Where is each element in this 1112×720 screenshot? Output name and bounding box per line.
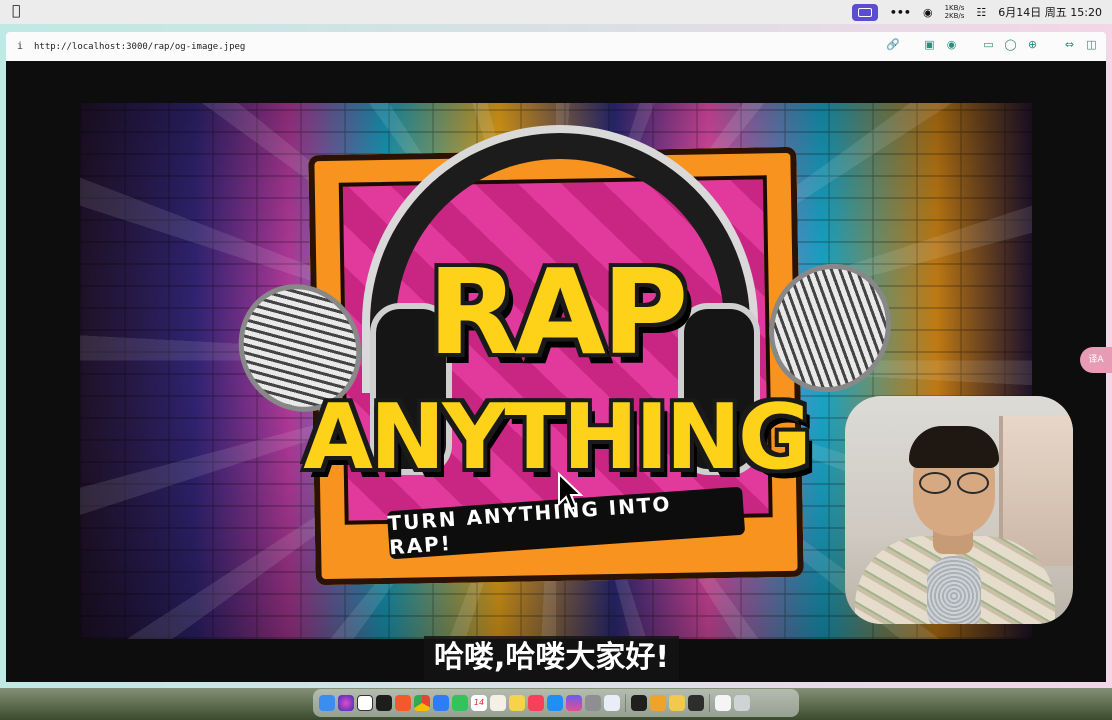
camera-icon[interactable]: ◉ (945, 38, 958, 51)
globe-icon[interactable]: ◯ (1004, 38, 1017, 51)
address-bar[interactable]: i http://localhost:3000/rap/og-image.jpe… (6, 32, 1106, 61)
chatgpt-icon[interactable] (357, 695, 373, 711)
expand-icon[interactable]: ⇔ (1063, 38, 1076, 51)
net-up-speed: 1KB/s (944, 4, 965, 12)
dock: 14 (313, 689, 799, 717)
files-icon[interactable] (669, 695, 685, 711)
dock-separator (625, 694, 626, 712)
siri-icon[interactable] (338, 695, 354, 711)
cat-icon[interactable]: ◉ (923, 6, 933, 19)
reminders-icon[interactable] (490, 695, 506, 711)
poster-title-rap: RAP (427, 243, 689, 381)
terminal-icon[interactable]: ▭ (982, 38, 995, 51)
app-store-icon[interactable] (547, 695, 563, 711)
swift-icon[interactable] (395, 695, 411, 711)
calendar-icon[interactable]: 14 (471, 695, 487, 711)
system-settings-icon[interactable] (585, 695, 601, 711)
photos-icon[interactable] (604, 695, 620, 711)
glasses-icon (919, 472, 989, 494)
terminal-app-icon[interactable] (376, 695, 392, 711)
finder-icon[interactable] (319, 695, 335, 711)
info-icon[interactable]: i (6, 41, 34, 52)
screenshot-icon[interactable]: ▣ (923, 38, 936, 51)
menu-bar:  ••• ◉ 1KB/s 2KB/s ☷ 6月14日 周五 15:20 (0, 0, 1112, 24)
screen-mirror-icon[interactable] (851, 3, 878, 21)
video-subtitle: 哈喽,哈喽大家好! (424, 636, 680, 680)
document-icon[interactable] (715, 695, 731, 711)
translate-bubble[interactable]: 译A (1080, 347, 1112, 373)
more-icon[interactable]: ••• (890, 6, 911, 19)
trash-icon[interactable] (734, 695, 750, 711)
messages-icon[interactable] (452, 695, 468, 711)
notes-icon[interactable] (509, 695, 525, 711)
sublime-icon[interactable] (650, 695, 666, 711)
webcam-overlay (845, 396, 1073, 624)
microphone-foam-icon (927, 556, 981, 624)
toolbar: 🔗 ▣ ◉ ▭ ◯ ⊕ ⇔ ◫ (886, 38, 1098, 51)
music-icon[interactable] (528, 695, 544, 711)
url-text[interactable]: http://localhost:3000/rap/og-image.jpeg (34, 42, 245, 52)
apple-menu-icon[interactable]:  (12, 3, 20, 19)
crosshair-icon[interactable]: ⊕ (1026, 38, 1039, 51)
network-speed: 1KB/s 2KB/s (945, 4, 965, 20)
net-down-speed: 2KB/s (944, 12, 965, 20)
chrome-icon[interactable] (414, 695, 430, 711)
link-icon[interactable]: 🔗 (886, 38, 900, 51)
control-center-icon[interactable]: ☷ (976, 6, 986, 19)
safari-icon[interactable] (433, 695, 449, 711)
screen-record-icon[interactable] (688, 695, 704, 711)
dock-separator-2 (709, 694, 710, 712)
sidebar-icon[interactable]: ◫ (1085, 38, 1098, 51)
person-hair (909, 426, 999, 468)
capcut-icon[interactable] (631, 695, 647, 711)
clock[interactable]: 6月14日 周五 15:20 (998, 4, 1102, 20)
menu-bar-status: ••• ◉ 1KB/s 2KB/s ☷ 6月14日 周五 15:20 (851, 0, 1102, 24)
launchpad-icon[interactable] (566, 695, 582, 711)
